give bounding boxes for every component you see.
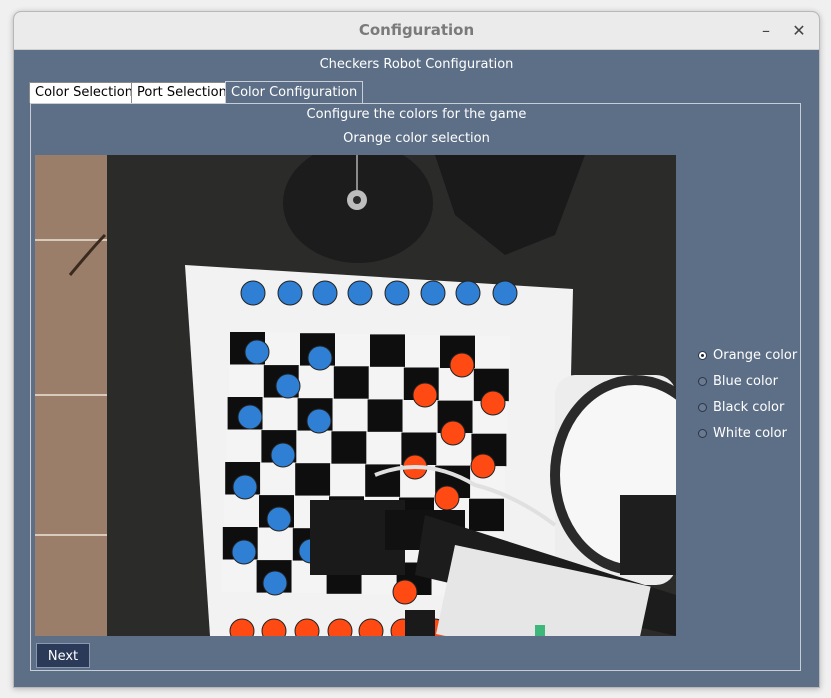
board-square [332,398,368,432]
board-square [257,527,293,561]
board-square [335,333,370,367]
board-square [296,430,332,464]
checker-piece [412,382,438,408]
radio-black-color[interactable]: Black color [698,398,784,416]
board-square [405,335,440,368]
tab-port-selection[interactable]: Port Selection [131,82,233,103]
checker-piece [455,280,481,306]
radio-label-black: Black color [713,399,785,415]
board-square [366,431,402,465]
window-title: Configuration [358,21,475,39]
board-square [333,366,369,399]
board-square [367,399,403,432]
checker-piece [384,280,410,306]
board-square [475,336,510,369]
close-button[interactable]: ✕ [788,20,810,42]
minimize-button[interactable]: – [755,20,777,42]
board-square [221,559,257,592]
checker-piece [449,352,475,378]
checker-piece [231,539,257,565]
board-square [228,364,264,397]
checker-piece [307,345,333,371]
checker-piece [470,453,496,479]
checker-piece [277,280,303,306]
board-square [295,463,331,496]
radio-button-white[interactable] [698,428,707,438]
checker-piece [312,280,338,306]
checker-piece [266,506,292,532]
panel-subtitle: Orange color selection [343,131,490,146]
checker-piece [434,485,460,511]
checker-piece [232,474,258,500]
radio-label-white: White color [713,425,787,441]
panel-instruction: Configure the colors for the game [306,107,527,122]
radio-orange-color[interactable]: Orange color [698,346,797,364]
checker-piece [262,570,288,596]
board-square [260,462,296,496]
board-square [330,463,366,497]
tab-color-selection[interactable]: Color Selection [29,82,139,103]
checker-piece [240,280,266,306]
board-square [224,494,259,527]
checker-piece [480,390,506,416]
radio-label-blue: Blue color [713,373,778,389]
next-button[interactable]: Next [36,643,90,668]
radio-white-color[interactable]: White color [698,424,787,442]
checker-piece [275,373,301,399]
app-header-title: Checkers Robot Configuration [319,57,514,72]
checker-piece [244,339,270,365]
board-square [370,334,405,367]
tab-color-configuration[interactable]: Color Configuration [225,81,364,104]
board-square [298,365,334,399]
camera-image [35,155,676,636]
board-square [368,366,404,400]
title-bar: Configuration – ✕ [14,12,819,50]
checker-piece [440,420,466,446]
board-square [262,397,298,431]
board-square [265,332,300,366]
radio-blue-color[interactable]: Blue color [698,372,778,390]
radio-label-orange: Orange color [713,347,798,363]
configuration-window: Configuration – ✕ Checkers Robot Configu… [13,11,820,688]
radio-button-black[interactable] [698,402,707,412]
checker-piece [270,442,296,468]
board-square [469,498,504,532]
checker-piece [420,280,446,306]
camera-feed[interactable] [35,155,676,636]
radio-button-orange[interactable] [698,350,707,360]
checker-piece [392,579,418,605]
checker-piece [347,280,373,306]
checker-piece [492,280,518,306]
checker-piece [306,408,332,434]
checker-piece [237,404,263,430]
radio-button-blue[interactable] [698,376,707,386]
board-square [331,431,367,464]
board-square [226,429,262,462]
